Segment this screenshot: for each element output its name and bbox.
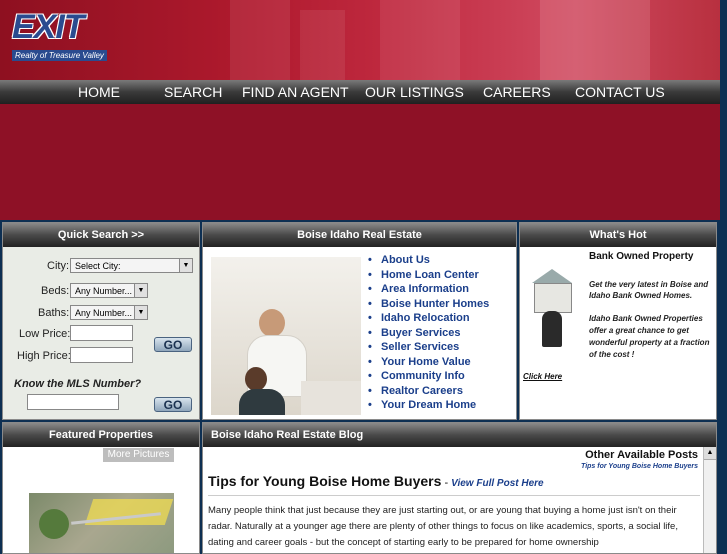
header-banner: EXIT Realty of Treasure Valley — [0, 0, 720, 80]
blog-title: Boise Idaho Real Estate Blog — [203, 423, 716, 447]
post-title-row: Tips for Young Boise Home Buyers - View … — [208, 473, 544, 489]
whats-hot-panel: What's Hot Bank Owned Property Get the v… — [519, 222, 717, 420]
beds-label: Beds: — [41, 285, 70, 297]
click-here-link[interactable]: Click Here — [523, 372, 562, 381]
other-posts-heading: Other Available Posts — [585, 449, 698, 461]
link-seller-services[interactable]: Seller Services — [368, 340, 489, 355]
bank-owned-text-1: Get the very latest in Boise and Idaho B… — [589, 280, 709, 300]
quick-search-title: Quick Search >> — [3, 223, 199, 247]
couple-photo — [211, 257, 361, 415]
link-home-loan-center[interactable]: Home Loan Center — [368, 268, 489, 283]
header-building-graphic — [380, 0, 460, 80]
featured-properties-panel: Featured Properties More Pictures — [2, 422, 200, 554]
header-building-graphic — [300, 10, 345, 80]
blog-scrollbar[interactable]: ▲ — [703, 447, 716, 553]
low-price-label: Low Price: — [19, 328, 71, 340]
chevron-down-icon: ▼ — [179, 259, 192, 272]
post-title: Tips for Young Boise Home Buyers — [208, 473, 442, 489]
bank-owned-heading: Bank Owned Property — [589, 251, 694, 262]
other-post-link[interactable]: Tips for Young Boise Home Buyers — [581, 463, 698, 470]
search-go-button[interactable]: GO — [154, 337, 192, 352]
header-building-graphic — [230, 0, 290, 80]
logo-tagline: Realty of Treasure Valley — [12, 50, 107, 61]
nav-home[interactable]: HOME — [78, 80, 120, 104]
more-pictures-button[interactable]: More Pictures — [103, 448, 174, 462]
chevron-down-icon: ▼ — [134, 306, 147, 319]
city-select-value: Select City: — [75, 261, 121, 271]
nav-search[interactable]: SEARCH — [164, 80, 222, 104]
link-buyer-services[interactable]: Buyer Services — [368, 326, 489, 341]
mls-number-input[interactable] — [27, 394, 119, 410]
exit-logo[interactable]: EXIT Realty of Treasure Valley — [12, 10, 122, 68]
link-your-home-value[interactable]: Your Home Value — [368, 355, 489, 370]
high-price-label: High Price: — [17, 350, 71, 362]
beds-select-value: Any Number... — [75, 286, 133, 296]
view-full-post-link[interactable]: View Full Post Here — [451, 478, 543, 489]
header-building-graphic — [540, 0, 650, 80]
bank-owned-text-2: Idaho Bank Owned Properties offer a grea… — [589, 314, 710, 359]
boise-links-list: About Us Home Loan Center Area Informati… — [368, 253, 489, 413]
baths-select[interactable]: Any Number... ▼ — [70, 305, 148, 320]
baths-select-value: Any Number... — [75, 308, 133, 318]
post-body: Many people think that just because they… — [208, 505, 678, 548]
low-price-input[interactable] — [70, 325, 133, 341]
post-separator: - — [441, 477, 452, 489]
logo-mark: EXIT — [12, 8, 85, 46]
link-boise-hunter-homes[interactable]: Boise Hunter Homes — [368, 297, 489, 312]
quick-search-panel: Quick Search >> City: Select City: ▼ Beds… — [2, 222, 200, 420]
boise-real-estate-panel: Boise Idaho Real Estate About Us Home Lo… — [202, 222, 517, 420]
featured-properties-title: Featured Properties — [3, 423, 199, 447]
nav-contact-us[interactable]: CONTACT US — [575, 80, 665, 104]
house-on-back-image — [526, 269, 576, 351]
nav-careers[interactable]: CAREERS — [483, 80, 551, 104]
link-idaho-relocation[interactable]: Idaho Relocation — [368, 311, 489, 326]
hero-banner — [0, 104, 720, 220]
blog-panel: Boise Idaho Real Estate Blog ▲ Other Ava… — [202, 422, 717, 554]
nav-our-listings[interactable]: OUR LISTINGS — [365, 80, 464, 104]
link-realtor-careers[interactable]: Realtor Careers — [368, 384, 489, 399]
baths-label: Baths: — [38, 307, 70, 319]
link-community-info[interactable]: Community Info — [368, 369, 489, 384]
nav-find-an-agent[interactable]: FIND AN AGENT — [242, 80, 349, 104]
chevron-down-icon: ▼ — [134, 284, 147, 297]
main-nav: HOME SEARCH FIND AN AGENT OUR LISTINGS C… — [0, 80, 720, 104]
mls-go-button[interactable]: GO — [154, 397, 192, 412]
city-label: City: — [47, 260, 69, 272]
property-aerial-photo[interactable] — [29, 493, 174, 553]
link-area-information[interactable]: Area Information — [368, 282, 489, 297]
blog-divider — [208, 495, 700, 496]
boise-real-estate-title: Boise Idaho Real Estate — [203, 223, 516, 247]
high-price-input[interactable] — [70, 347, 133, 363]
mls-label: Know the MLS Number? — [14, 378, 142, 390]
link-your-dream-home[interactable]: Your Dream Home — [368, 398, 489, 413]
scroll-up-icon[interactable]: ▲ — [704, 447, 716, 460]
beds-select[interactable]: Any Number... ▼ — [70, 283, 148, 298]
whats-hot-title: What's Hot — [520, 223, 716, 247]
link-about-us[interactable]: About Us — [368, 253, 489, 268]
city-select[interactable]: Select City: ▼ — [70, 258, 193, 273]
